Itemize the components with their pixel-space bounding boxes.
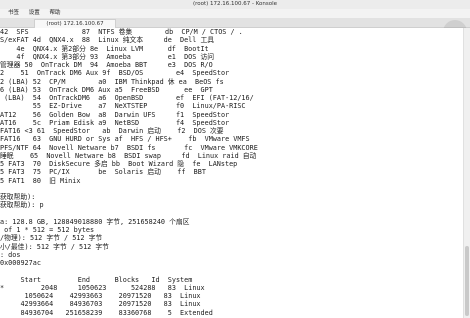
terminal-line: 42 SFS 87 NTFS 卷集 db CP/M / CTOS / . — [0, 28, 243, 36]
terminal-line: a: 128.8 GB, 128849018880 字节, 251658240 … — [0, 217, 190, 226]
terminal-scrollbar[interactable] — [463, 28, 470, 318]
terminal-line: 2 (LBA) 52 CP/M a0 IBM Thinkpad 休 ea BeO… — [0, 77, 224, 86]
terminal-line: PFS/NTF 64 Novell Netware b7 BSDI fs fc … — [0, 143, 258, 152]
terminal-line: 小/最佳): 512 字节 / 512 字节 — [0, 242, 109, 251]
menu-bookmarks[interactable]: 书签 — [8, 9, 19, 18]
terminal-line: S/exFAT 4d QNX4.x 88 Linux 纯文本 de Dell 工… — [0, 36, 215, 45]
menu-settings[interactable]: 设置 — [29, 9, 40, 18]
terminal-line: 0x000927ac — [0, 259, 41, 267]
terminal-line: (LBA) 54 OnTrackDM6 a6 OpenBSD ef EFI (F… — [0, 94, 254, 102]
terminal-line: 5 FAT3 75 PC/IX be Solaris 启动 ff BBT — [0, 168, 206, 177]
terminal-output[interactable]: 42 SFS 87 NTFS 卷集 db CP/M / CTOS / . S/e… — [0, 28, 464, 318]
terminal-tab[interactable]: (root) 172.16.100.67 — [34, 19, 116, 28]
terminal-line: FAT16 63 GNU HURD or Sys af HFS / HFS+ f… — [0, 135, 250, 144]
terminal-line: 4e QNX4.x 第2部分 8e Linux LVM df BootIt — [0, 44, 209, 53]
menu-help[interactable]: 帮助 — [50, 9, 61, 18]
window-title: (root) 172.16.100.67 - Konsole — [192, 1, 278, 7]
terminal-line: * 2048 1050623 524288 83 Linux — [0, 283, 205, 292]
terminal-line: 2 51 OnTrack DM6 Aux 9f BSD/OS e4 SpeedS… — [0, 69, 230, 78]
terminal-line: 84936704 251658239 83360768 5 Extended — [0, 308, 213, 317]
terminal-line: 5 FAT1 80 旧 Minix — [0, 176, 81, 185]
terminal-line: : dos — [0, 250, 21, 259]
terminal-line: 6 (LBA) 53 OnTrack DM6 Aux a5 FreeBSD ee… — [0, 85, 213, 94]
terminal-line: 获取帮助): — [0, 193, 36, 201]
scrollbar-thumb[interactable] — [465, 246, 469, 316]
terminal-line: 42993664 84936703 20971520 83 Linux — [0, 300, 201, 309]
terminal-line: /物理): 512 字节 / 512 字节 — [0, 234, 103, 243]
window-titlebar[interactable]: (root) 172.16.100.67 - Konsole — [0, 0, 470, 9]
terminal-line: FAT16 <3 61 SpeedStor ab Darwin 启动 f2 DO… — [0, 127, 224, 135]
terminal-line: 睡眠 65 Novell Netware b8 BSDI swap fd Lin… — [0, 151, 257, 160]
terminal-line: 获取帮助): p — [0, 201, 44, 210]
terminal-line: Start End Blocks Id System — [0, 275, 193, 284]
terminal-line: 4f QNX4.x 第3部分 93 Amoeba e1 DOS 访问 — [0, 52, 215, 61]
menu-bar: 书签 设置 帮助 — [0, 9, 470, 18]
tab-bar: (root) 172.16.100.67 — [0, 18, 470, 28]
terminal-line: 管理器 50 OnTrack DM 94 Amoeba BBT e3 DOS R… — [0, 61, 213, 69]
terminal-line: 55 EZ-Drive a7 NeXTSTEP f0 Linux/PA-RISC — [0, 102, 246, 111]
terminal-line: of 1 * 512 = 512 bytes — [0, 226, 95, 234]
terminal-line: AT16 5c Priam Edisk a9 NetBSD f4 SpeedSt… — [0, 118, 230, 127]
terminal-line: 1050624 42993663 20971520 83 Linux — [0, 292, 201, 300]
terminal-line: 5 FAT3 70 DiskSecure 多启 bb Boot Wizard 隐… — [0, 160, 238, 168]
terminal-line: AT12 56 Golden Bow a8 Darwin UFS f1 Spee… — [0, 110, 230, 119]
